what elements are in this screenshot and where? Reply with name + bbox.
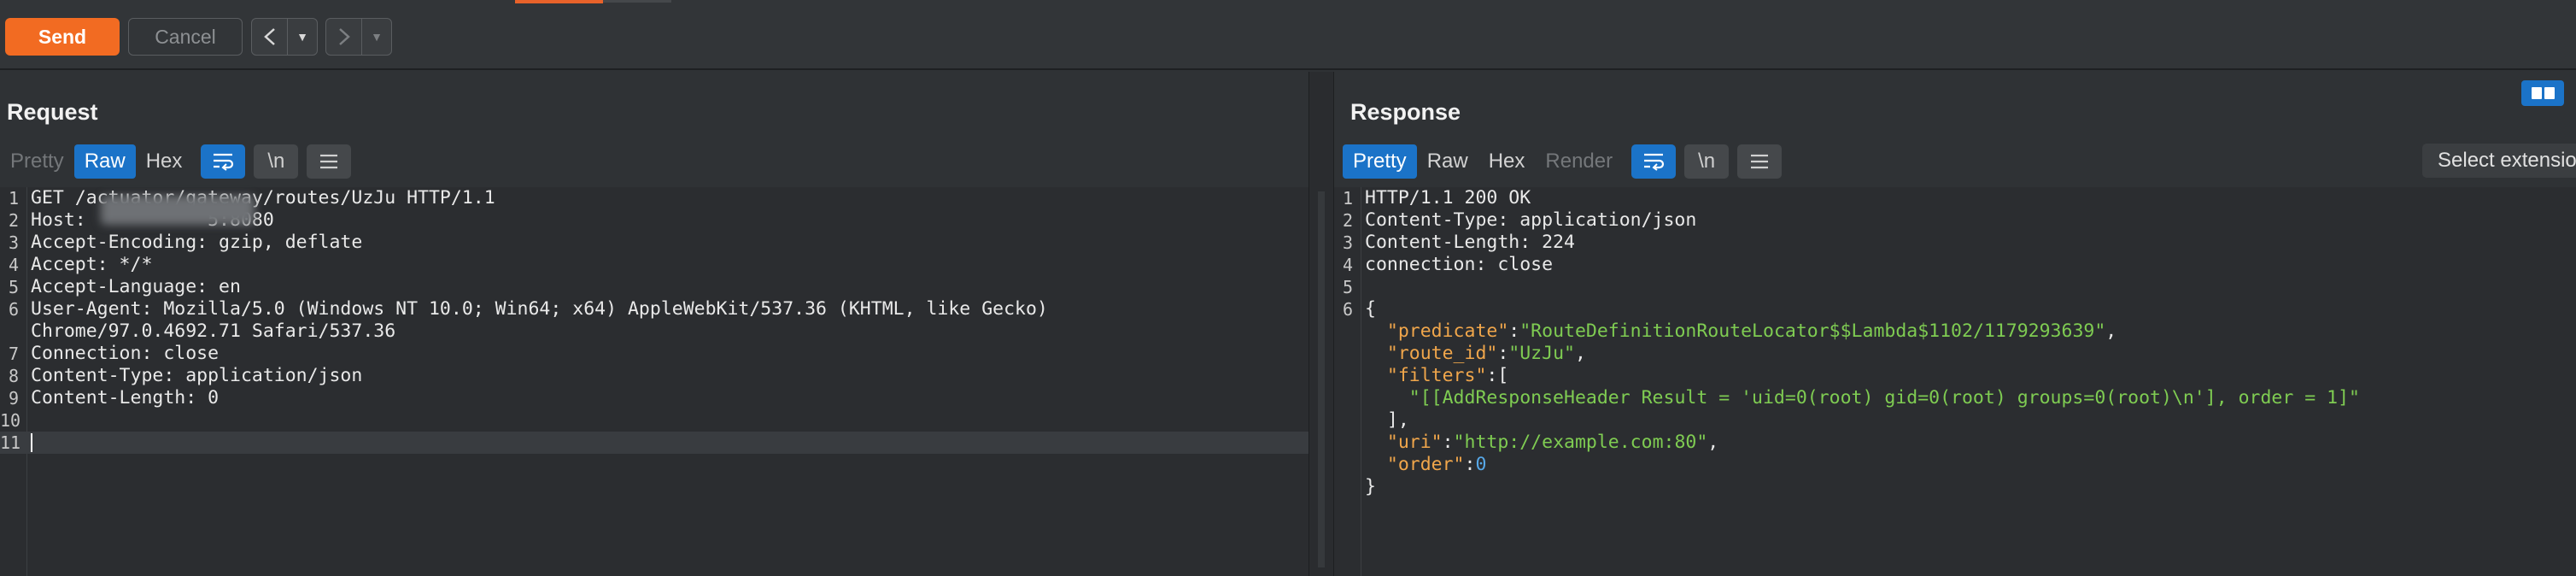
menu-icon[interactable] xyxy=(1737,144,1783,179)
code-line: 3 Content-Length: 224 xyxy=(1342,232,1575,253)
request-view-tabs: Pretty Raw Hex \n xyxy=(0,142,352,181)
caret-down-icon[interactable]: ▼ xyxy=(362,30,391,44)
code-line: 7 Connection: close xyxy=(8,343,220,364)
code-line: 10 xyxy=(0,410,21,431)
code-line: 2 Content-Type: application/json xyxy=(1342,209,1697,231)
code-line: ], xyxy=(1386,409,1409,431)
scrollbar[interactable] xyxy=(1318,191,1325,567)
request-tab-raw[interactable]: Raw xyxy=(73,144,136,179)
caret-down-icon[interactable]: ▼ xyxy=(288,30,317,44)
menu-icon[interactable] xyxy=(307,144,352,179)
word-wrap-icon[interactable] xyxy=(1631,144,1677,179)
response-editor[interactable]: 1 HTTP/1.1 200 OK 2 Content-Type: applicat… xyxy=(1334,187,2576,576)
code-line: "filters":[ xyxy=(1386,365,1509,386)
code-line: 4 Accept: */* xyxy=(8,254,153,275)
code-line: } xyxy=(1365,476,1376,497)
response-pane: Response Pretty Raw Hex Render \n Select… xyxy=(1334,72,2576,576)
chevron-right-icon xyxy=(326,19,362,55)
code-line: 8 Content-Type: application/json xyxy=(8,365,363,386)
code-line: "uri":"http://example.com:80", xyxy=(1386,432,1719,453)
response-tab-render[interactable]: Render xyxy=(1535,144,1623,179)
code-line: 6{ xyxy=(1342,298,1376,320)
request-editor[interactable]: 1 GET /actuator/gateway/routes/UzJu HTTP/… xyxy=(0,187,1308,576)
word-wrap-icon[interactable] xyxy=(201,144,246,179)
history-forward-button[interactable]: ▼ xyxy=(325,18,392,56)
code-line: 3 Accept-Encoding: gzip, deflate xyxy=(8,232,363,253)
code-line: "route_id":"UzJu", xyxy=(1386,343,1586,364)
tab-indicator xyxy=(603,0,671,3)
code-line: Chrome/97.0.4692.71 Safari/537.36 xyxy=(31,320,396,342)
code-line: 1 HTTP/1.1 200 OK xyxy=(1342,187,1531,209)
code-line: "predicate":"RouteDefinitionRouteLocator… xyxy=(1386,320,2117,342)
response-view-tabs: Pretty Raw Hex Render \n xyxy=(1343,142,1783,181)
request-tab-hex[interactable]: Hex xyxy=(136,144,193,179)
request-tab-pretty[interactable]: Pretty xyxy=(0,144,74,179)
code-line-current: 11 xyxy=(0,432,1308,454)
code-line: "order":0 xyxy=(1386,454,1487,475)
code-line: 5 Accept-Language: en xyxy=(8,276,241,297)
response-tab-hex[interactable]: Hex xyxy=(1478,144,1536,179)
code-line: 9 Content-Length: 0 xyxy=(8,387,220,408)
code-line: 4 connection: close xyxy=(1342,254,1554,275)
top-toolbar: Send Cancel ▼ ▼ xyxy=(0,0,2576,70)
response-tab-pretty[interactable]: Pretty xyxy=(1343,144,1417,179)
redacted-host xyxy=(101,196,255,225)
request-pane: Request Pretty Raw Hex \n 1 GET /actuator… xyxy=(0,72,1308,576)
show-newlines-button[interactable]: \n xyxy=(1684,144,1730,179)
request-title: Request xyxy=(7,99,98,125)
send-button[interactable]: Send xyxy=(5,18,120,56)
code-line: "[[AddResponseHeader Result = 'uid=0(roo… xyxy=(1408,387,2360,408)
text-caret xyxy=(31,433,32,452)
chevron-left-icon xyxy=(252,19,288,55)
pane-splitter[interactable] xyxy=(1308,72,1334,576)
history-back-button[interactable]: ▼ xyxy=(251,18,318,56)
layout-toggle-icon[interactable] xyxy=(2521,80,2564,106)
response-title: Response xyxy=(1350,99,1461,125)
code-line: 6 User-Agent: Mozilla/5.0 (Windows NT 10.… xyxy=(8,298,1048,320)
cancel-button[interactable]: Cancel xyxy=(128,18,243,56)
response-tab-raw[interactable]: Raw xyxy=(1417,144,1478,179)
select-extension-dropdown[interactable]: Select extensio xyxy=(2422,144,2576,178)
active-tab-indicator xyxy=(515,0,603,3)
code-line: 5 xyxy=(1342,277,1353,297)
show-newlines-button[interactable]: \n xyxy=(254,144,299,179)
